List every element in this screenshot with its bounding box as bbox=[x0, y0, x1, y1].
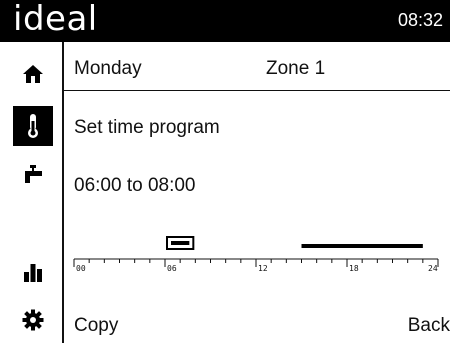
back-button[interactable]: Back bbox=[408, 315, 450, 337]
clock-time: 08:32 bbox=[397, 10, 443, 30]
sidebar-item-statistics[interactable] bbox=[10, 252, 56, 292]
top-bar: ideal 08:32 bbox=[0, 0, 450, 42]
timeline-tick-label: 00 bbox=[76, 264, 86, 272]
zone-label: Zone 1 bbox=[266, 58, 326, 79]
program-header: Monday Zone 1 bbox=[74, 58, 444, 84]
brand-logo: ideal bbox=[13, 0, 98, 39]
timeline-tick-label: 06 bbox=[167, 264, 177, 272]
home-icon bbox=[23, 65, 43, 83]
bar-chart-icon bbox=[24, 264, 42, 282]
sidebar-item-home[interactable] bbox=[10, 54, 56, 94]
day-label: Monday bbox=[74, 58, 142, 79]
time-program-timeline[interactable]: 00 06 12 18 24 bbox=[70, 232, 442, 272]
tap-icon bbox=[25, 165, 42, 183]
timeline-period-selected-fill bbox=[171, 241, 190, 245]
header-divider bbox=[64, 90, 450, 91]
timeline-tick-label: 24 bbox=[428, 264, 438, 272]
sidebar-item-hot-water[interactable] bbox=[10, 154, 56, 194]
page-title: Set time program bbox=[74, 117, 220, 138]
timeline-period bbox=[301, 244, 423, 248]
copy-button[interactable]: Copy bbox=[74, 315, 118, 337]
selected-time-range: 06:00 to 08:00 bbox=[74, 175, 196, 196]
gear-icon bbox=[22, 309, 44, 331]
sidebar-item-settings[interactable] bbox=[10, 300, 56, 340]
sidebar-divider bbox=[62, 42, 64, 343]
sidebar-item-heating[interactable] bbox=[13, 106, 53, 146]
timeline-tick-label: 12 bbox=[258, 264, 268, 272]
thermometer-icon bbox=[28, 114, 38, 138]
timeline-tick-label: 18 bbox=[349, 264, 359, 272]
sidebar bbox=[0, 42, 60, 343]
